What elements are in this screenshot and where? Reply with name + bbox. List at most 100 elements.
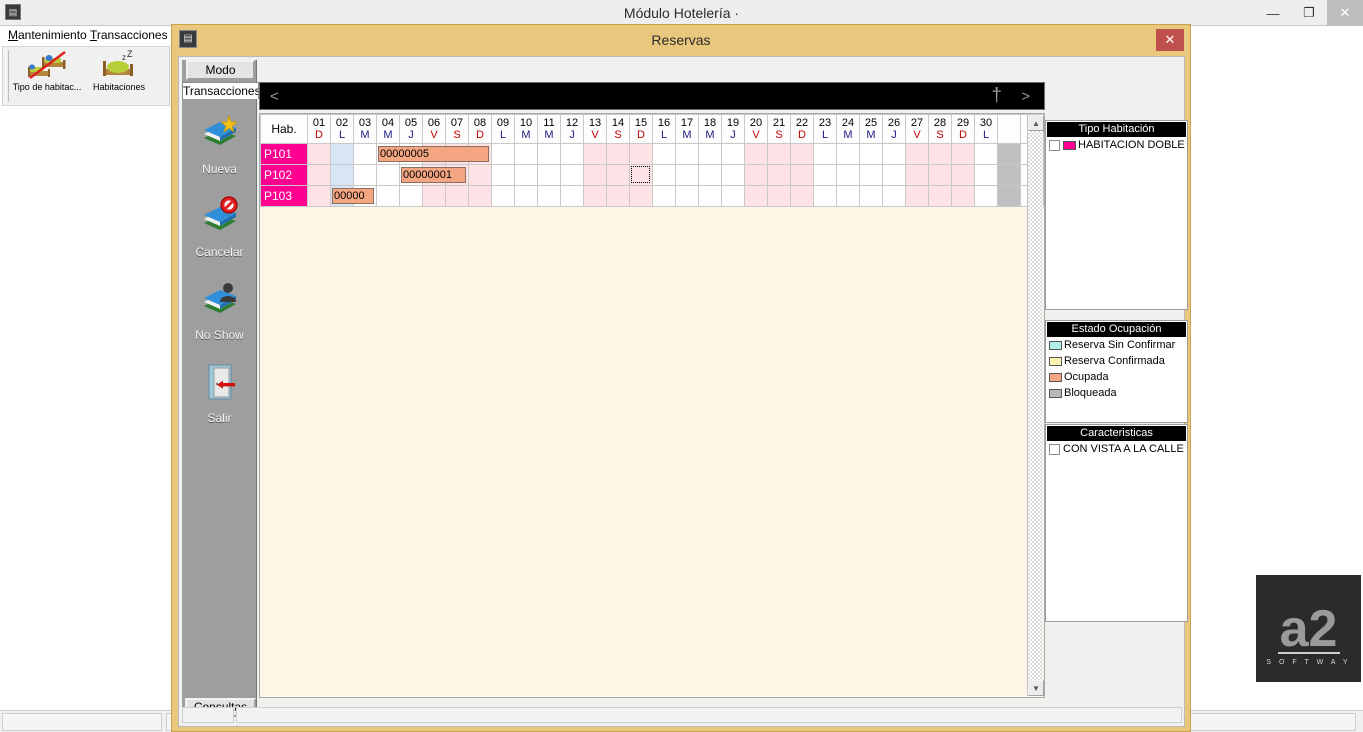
day-header-11[interactable]: 11 M	[537, 114, 561, 144]
caracteristicas-checkbox[interactable]	[1049, 443, 1060, 455]
cell-P103-29[interactable]	[951, 185, 975, 207]
cell-P102-24[interactable]	[836, 164, 860, 186]
room-label-P103[interactable]: P103	[260, 185, 308, 207]
cell-P103-08[interactable]	[468, 185, 492, 207]
day-header-15[interactable]: 15 D	[629, 114, 653, 144]
cell-P101-29[interactable]	[951, 143, 975, 165]
cell-P103-26[interactable]	[882, 185, 906, 207]
cell-P102-10[interactable]	[514, 164, 538, 186]
room-label-P102[interactable]: P102	[260, 164, 308, 186]
day-header-27[interactable]: 27 V	[905, 114, 929, 144]
prev-period-button[interactable]: <	[270, 88, 279, 105]
action-nueva[interactable]: Nueva	[182, 108, 257, 190]
day-header-21[interactable]: 21 S	[767, 114, 791, 144]
cell-P103-12[interactable]	[560, 185, 584, 207]
menu-mantenimiento[interactable]: Mantenimiento	[2, 27, 93, 43]
tab-transacciones[interactable]: Transacciones	[182, 82, 259, 99]
cell-P102-19[interactable]	[721, 164, 745, 186]
tipo-habitacion-checkbox[interactable]	[1049, 139, 1060, 151]
cell-P103-30[interactable]	[974, 185, 998, 207]
cell-P101-17[interactable]	[675, 143, 699, 165]
cell-P103-02[interactable]: 00000	[330, 185, 374, 207]
toolbar-button-habitaciones[interactable]: z Z Habitaciones	[83, 49, 155, 103]
cell-P101-30[interactable]	[974, 143, 998, 165]
cell-P102-25[interactable]	[859, 164, 883, 186]
reservas-close-button[interactable]: ✕	[1156, 29, 1184, 51]
modo-button[interactable]: Modo	[186, 60, 255, 80]
cell-P102-08[interactable]	[468, 164, 492, 186]
action-no-show[interactable]: No Show	[182, 274, 257, 356]
cell-P101-13[interactable]	[583, 143, 607, 165]
cell-P102-17[interactable]	[675, 164, 699, 186]
day-header-12[interactable]: 12 J	[560, 114, 584, 144]
day-header-14[interactable]: 14 S	[606, 114, 630, 144]
day-header-05[interactable]: 05 J	[399, 114, 423, 144]
cell-P101-10[interactable]	[514, 143, 538, 165]
cell-P102-23[interactable]	[813, 164, 837, 186]
reservation-bar[interactable]: 00000005	[378, 146, 489, 162]
day-header-13[interactable]: 13 V	[583, 114, 607, 144]
cell-P102-05[interactable]: 00000001	[399, 164, 466, 186]
cell-P102-15[interactable]	[629, 164, 653, 186]
cell-P103-13[interactable]	[583, 185, 607, 207]
cell-P101-03[interactable]	[353, 143, 377, 165]
cell-P103-23[interactable]	[813, 185, 837, 207]
cell-P101-04[interactable]: 00000005	[376, 143, 489, 165]
cell-P102-12[interactable]	[560, 164, 584, 186]
cell-P102-09[interactable]	[491, 164, 515, 186]
calendar-grid-container[interactable]: Hab. 01 D 02 L 03 M 04 M 05 J 06 V 07 S 08 D 09 L 10 M 11 M 12…	[259, 113, 1045, 698]
cell-P103-09[interactable]	[491, 185, 515, 207]
reservation-bar[interactable]: 00000	[332, 188, 374, 204]
cell-P102-02[interactable]	[330, 164, 354, 186]
cell-P103-07[interactable]	[445, 185, 469, 207]
cell-P102-18[interactable]	[698, 164, 722, 186]
day-header-22[interactable]: 22 D	[790, 114, 814, 144]
cell-P103-27[interactable]	[905, 185, 929, 207]
scroll-down-button[interactable]: ▼	[1028, 680, 1044, 696]
day-header-09[interactable]: 09 L	[491, 114, 515, 144]
day-header-18[interactable]: 18 M	[698, 114, 722, 144]
cell-P101-12[interactable]	[560, 143, 584, 165]
caracteristicas-item[interactable]: CON VISTA A LA CALLE	[1046, 441, 1187, 457]
cell-P101-20[interactable]	[744, 143, 768, 165]
day-header-20[interactable]: 20 V	[744, 114, 768, 144]
cell-P101-14[interactable]	[606, 143, 630, 165]
cell-P102-21[interactable]	[767, 164, 791, 186]
cell-P103-19[interactable]	[721, 185, 745, 207]
cell-P102-04[interactable]	[376, 164, 400, 186]
cell-P102-22[interactable]	[790, 164, 814, 186]
estado-item-bloqueada[interactable]: Bloqueada	[1046, 385, 1187, 401]
cell-P102-28[interactable]	[928, 164, 952, 186]
cell-P101-16[interactable]	[652, 143, 676, 165]
day-header-28[interactable]: 28 S	[928, 114, 952, 144]
cell-P101-01[interactable]	[307, 143, 331, 165]
day-header-30[interactable]: 30 L	[974, 114, 998, 144]
cell-P102-26[interactable]	[882, 164, 906, 186]
toolbar-grip[interactable]	[5, 50, 9, 102]
cell-P103-10[interactable]	[514, 185, 538, 207]
cell-P103-01[interactable]	[307, 185, 331, 207]
cell-P101-22[interactable]	[790, 143, 814, 165]
day-header-23[interactable]: 23 L	[813, 114, 837, 144]
day-header-07[interactable]: 07 S	[445, 114, 469, 144]
window-close-button[interactable]: ✕	[1327, 0, 1363, 26]
window-maximize-button[interactable]: ❐	[1291, 0, 1327, 26]
cell-P101-19[interactable]	[721, 143, 745, 165]
estado-item-ocupada[interactable]: Ocupada	[1046, 369, 1187, 385]
cell-P103-04[interactable]	[376, 185, 400, 207]
cell-P103-20[interactable]	[744, 185, 768, 207]
day-header-25[interactable]: 25 M	[859, 114, 883, 144]
cell-P101-25[interactable]	[859, 143, 883, 165]
cell-P102-30[interactable]	[974, 164, 998, 186]
cell-P101-11[interactable]	[537, 143, 561, 165]
cell-P101-23[interactable]	[813, 143, 837, 165]
day-header-08[interactable]: 08 D	[468, 114, 492, 144]
cell-P103-21[interactable]	[767, 185, 791, 207]
cell-P102-01[interactable]	[307, 164, 331, 186]
cell-P101-18[interactable]	[698, 143, 722, 165]
action-salir[interactable]: Salir	[182, 357, 257, 439]
cell-P102-11[interactable]	[537, 164, 561, 186]
cell-P102-29[interactable]	[951, 164, 975, 186]
grid-vertical-scrollbar[interactable]: ▲ ▼	[1027, 115, 1044, 696]
day-header-10[interactable]: 10 M	[514, 114, 538, 144]
